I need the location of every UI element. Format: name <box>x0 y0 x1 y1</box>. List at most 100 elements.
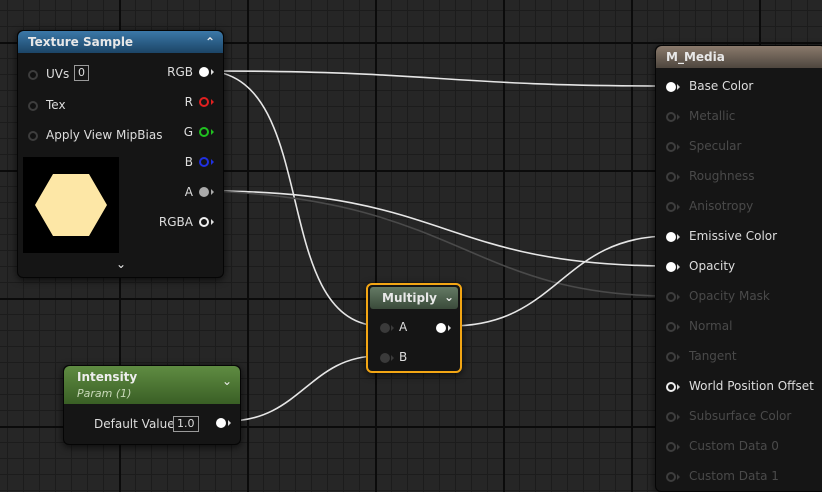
pin-r[interactable] <box>199 97 209 107</box>
multiply-title: Multiply <box>382 291 437 305</box>
arrow-intensity-output <box>228 420 231 426</box>
label-tex: Tex <box>46 98 66 112</box>
arrow-anisotropy <box>677 204 680 210</box>
label-tangent: Tangent <box>689 349 737 363</box>
pin-tangent[interactable] <box>666 352 676 362</box>
uv-value-box[interactable]: 0 <box>74 65 89 81</box>
pin-rgb[interactable] <box>199 67 209 77</box>
wire-multiply-emissive <box>449 235 671 327</box>
pin-a[interactable] <box>199 187 209 197</box>
material-header[interactable]: M_Media <box>656 46 822 68</box>
label-base-color: Base Color <box>689 79 754 93</box>
arrow-multiply-b <box>391 355 394 361</box>
texture-sample-node[interactable]: Texture Sample ⌃ UVs 0 Tex Apply View Mi… <box>17 30 224 278</box>
wire-intensity-multiply-b <box>227 355 379 422</box>
wire-a-opacity <box>209 190 671 267</box>
label-specular: Specular <box>689 139 742 153</box>
label-anisotropy: Anisotropy <box>689 199 754 213</box>
intensity-header[interactable]: Intensity Param (1) ⌄ <box>64 366 240 404</box>
arrow-base-color <box>677 84 680 90</box>
wire-rgb-base-color <box>209 70 671 87</box>
label-opacity: Opacity <box>689 259 736 273</box>
label-world-position-offset: World Position Offset <box>689 379 814 393</box>
arrow-emissive-color <box>677 234 680 240</box>
arrow-rgba <box>211 219 214 225</box>
intensity-node[interactable]: Intensity Param (1) ⌄ Default Value 1.0 <box>63 365 241 445</box>
arrow-metallic <box>677 114 680 120</box>
arrow-a <box>211 189 214 195</box>
pin-multiply-a[interactable] <box>380 323 390 333</box>
material-result-node[interactable]: M_Media Base Color Metallic Specular Roughn… <box>655 45 822 492</box>
intensity-title: Intensity <box>77 370 138 384</box>
label-rgb: RGB <box>167 65 193 79</box>
intensity-collapse-chevron-icon[interactable]: ⌄ <box>222 374 232 388</box>
texture-sample-header[interactable]: Texture Sample ⌃ <box>18 31 223 53</box>
pin-world-position-offset[interactable] <box>666 382 676 392</box>
pin-tex[interactable] <box>28 101 38 111</box>
multiply-collapse-chevron-icon[interactable]: ⌄ <box>444 290 454 304</box>
pin-multiply-output[interactable] <box>436 323 446 333</box>
pin-specular[interactable] <box>666 142 676 152</box>
label-multiply-b: B <box>399 350 408 364</box>
pin-emissive-color[interactable] <box>666 232 676 242</box>
arrow-multiply-a <box>391 325 394 331</box>
pin-custom-data-1[interactable] <box>666 472 676 482</box>
label-a: A <box>184 185 193 199</box>
pin-uvs[interactable] <box>28 70 38 80</box>
arrow-custom-data-1 <box>677 474 680 480</box>
texture-preview <box>23 157 119 253</box>
wire-a-opacity-mask <box>209 190 671 297</box>
pin-intensity-output[interactable] <box>216 418 226 428</box>
label-b: B <box>184 155 193 169</box>
arrow-world-position-offset <box>677 384 680 390</box>
label-custom-data-0: Custom Data 0 <box>689 439 779 453</box>
multiply-header[interactable]: Multiply ⌄ <box>370 287 458 309</box>
pin-opacity-mask[interactable] <box>666 292 676 302</box>
pin-subsurface-color[interactable] <box>666 412 676 422</box>
label-metallic: Metallic <box>689 109 736 123</box>
pin-opacity[interactable] <box>666 262 676 272</box>
label-apply-view-mipbias: Apply View MipBias <box>46 128 163 142</box>
label-g: G <box>183 125 193 139</box>
expand-chevron-icon[interactable]: ⌄ <box>116 257 126 271</box>
pin-normal[interactable] <box>666 322 676 332</box>
label-multiply-a: A <box>399 320 408 334</box>
pin-custom-data-0[interactable] <box>666 442 676 452</box>
label-uvs: UVs <box>46 67 70 81</box>
arrow-b <box>211 159 214 165</box>
pin-roughness[interactable] <box>666 172 676 182</box>
pin-rgba[interactable] <box>199 217 209 227</box>
hexagon-preview-icon <box>35 174 107 236</box>
material-title: M_Media <box>666 50 725 64</box>
pin-multiply-b[interactable] <box>380 353 390 363</box>
arrow-specular <box>677 144 680 150</box>
intensity-subtitle: Param (1) <box>77 387 132 400</box>
label-opacity-mask: Opacity Mask <box>689 289 770 303</box>
arrow-normal <box>677 324 680 330</box>
default-value-label: Default Value <box>94 417 175 431</box>
arrow-r <box>211 99 214 105</box>
label-custom-data-1: Custom Data 1 <box>689 469 779 483</box>
arrow-custom-data-0 <box>677 444 680 450</box>
pin-anisotropy[interactable] <box>666 202 676 212</box>
pin-base-color[interactable] <box>666 82 676 92</box>
wire-rgb-multiply-a <box>209 70 379 327</box>
pin-metallic[interactable] <box>666 112 676 122</box>
arrow-tangent <box>677 354 680 360</box>
arrow-subsurface-color <box>677 414 680 420</box>
label-subsurface-color: Subsurface Color <box>689 409 792 423</box>
label-roughness: Roughness <box>689 169 755 183</box>
collapse-chevron-icon[interactable]: ⌃ <box>205 35 215 49</box>
label-emissive-color: Emissive Color <box>689 229 778 243</box>
arrow-opacity-mask <box>677 294 680 300</box>
arrow-opacity <box>677 264 680 270</box>
label-rgba: RGBA <box>158 215 193 229</box>
default-value-box[interactable]: 1.0 <box>173 416 199 432</box>
pin-b[interactable] <box>199 157 209 167</box>
texture-sample-title: Texture Sample <box>28 35 134 49</box>
arrow-rgb <box>211 69 214 75</box>
pin-g[interactable] <box>199 127 209 137</box>
pin-apply-view-mipbias[interactable] <box>28 131 38 141</box>
label-normal: Normal <box>689 319 733 333</box>
multiply-node[interactable]: Multiply ⌄ A B <box>366 283 462 373</box>
